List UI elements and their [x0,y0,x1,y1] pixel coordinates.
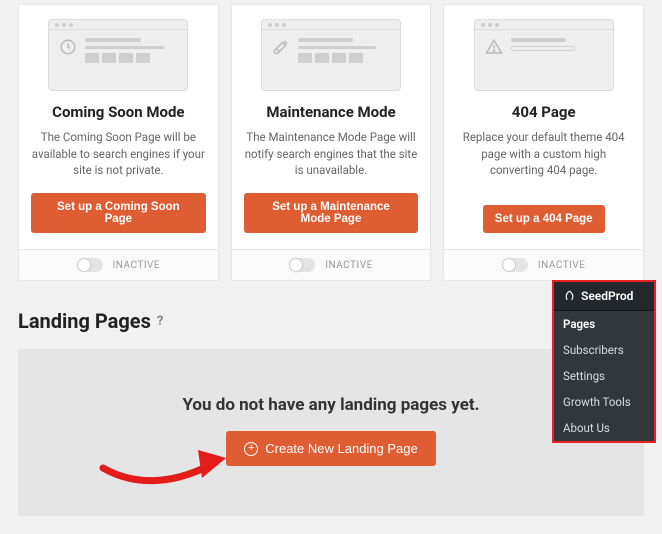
setup-404-button[interactable]: Set up a 404 Page [483,205,605,233]
seedprod-flyout-menu: SeedProd Pages Subscribers Settings Grow… [552,280,656,443]
flyout-item-subscribers[interactable]: Subscribers [554,337,654,363]
setup-maintenance-button[interactable]: Set up a Maintenance Mode Page [244,193,419,233]
status-label: INACTIVE [325,260,373,271]
warning-icon [485,38,503,56]
seedprod-logo-icon [563,290,576,303]
create-landing-page-button[interactable]: + Create New Landing Page [226,431,436,466]
tools-icon [272,38,290,56]
setup-coming-soon-button[interactable]: Set up a Coming Soon Page [31,193,206,233]
card-coming-soon: Coming Soon Mode The Coming Soon Page wi… [18,4,219,281]
mock-404 [474,19,614,91]
plus-circle-icon: + [244,442,258,456]
status-label: INACTIVE [113,260,161,271]
help-icon[interactable]: ? [157,314,163,329]
mode-cards-row: Coming Soon Mode The Coming Soon Page wi… [18,0,644,281]
card-404: 404 Page Replace your default theme 404 … [443,4,644,281]
card-title: Coming Soon Mode [52,103,184,121]
flyout-item-settings[interactable]: Settings [554,363,654,389]
card-title: 404 Page [512,103,576,121]
flyout-item-about-us[interactable]: About Us [554,415,654,441]
toggle-404[interactable] [502,258,528,272]
create-button-label: Create New Landing Page [265,441,418,456]
flyout-item-growth-tools[interactable]: Growth Tools [554,389,654,415]
section-title-text: Landing Pages [18,309,151,333]
section-title-landing-pages: Landing Pages ? [18,309,644,333]
card-title: Maintenance Mode [266,103,395,121]
flyout-brand-label: SeedProd [581,289,633,303]
landing-pages-empty-state: You do not have any landing pages yet. +… [18,349,644,516]
flyout-item-pages[interactable]: Pages [554,311,654,337]
card-maintenance: Maintenance Mode The Maintenance Mode Pa… [231,4,432,281]
empty-title: You do not have any landing pages yet. [38,395,624,415]
card-desc: The Maintenance Mode Page will notify se… [244,129,419,179]
toggle-coming-soon[interactable] [77,258,103,272]
toggle-maintenance[interactable] [289,258,315,272]
clock-icon [59,38,77,56]
card-desc: Replace your default theme 404 page with… [456,129,631,191]
status-label: INACTIVE [538,260,586,271]
mock-maintenance [261,19,401,91]
flyout-header[interactable]: SeedProd [554,282,654,311]
card-desc: The Coming Soon Page will be available t… [31,129,206,179]
mock-coming-soon [48,19,188,91]
